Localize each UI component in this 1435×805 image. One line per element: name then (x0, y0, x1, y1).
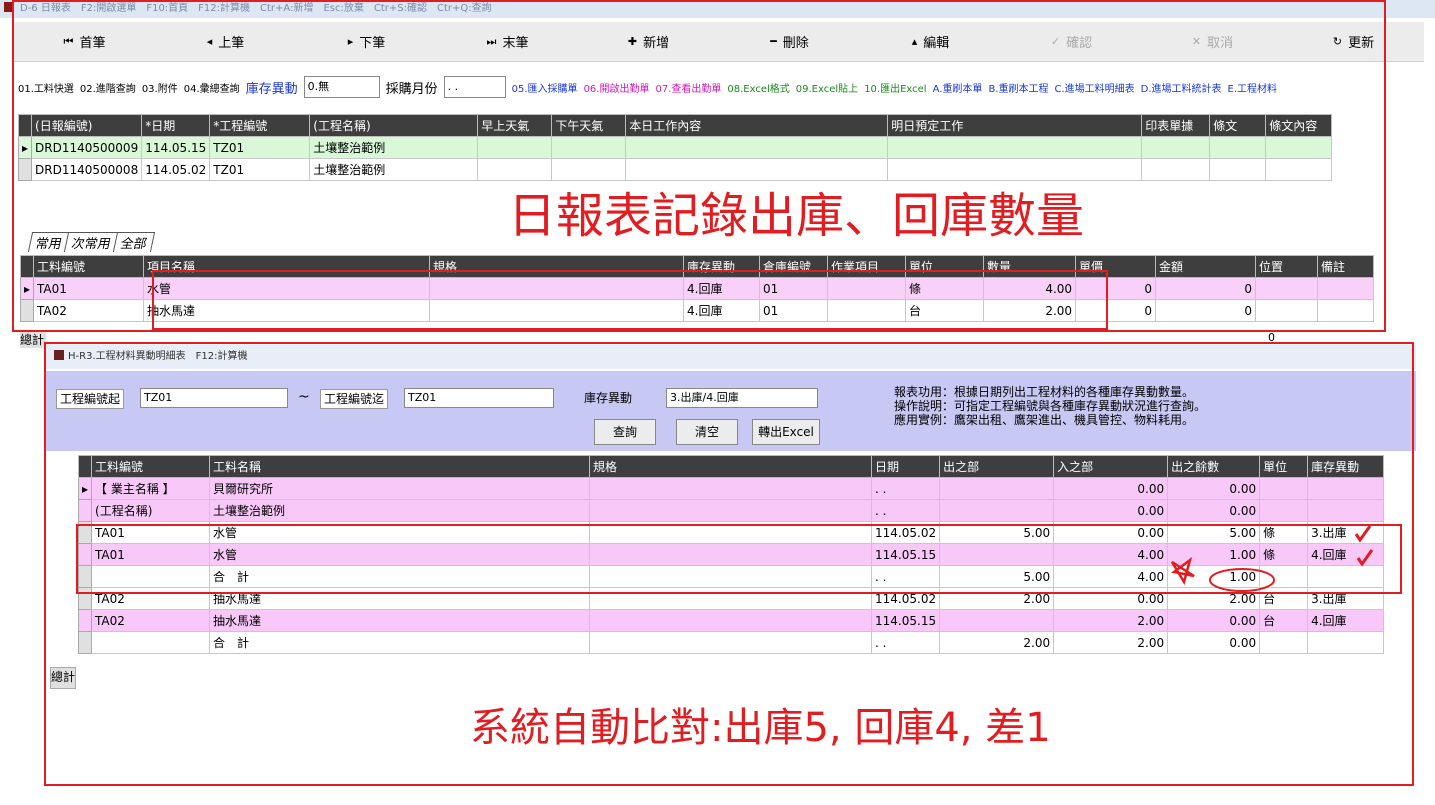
star-mark-icon (1170, 556, 1195, 586)
item-total-label: 總計 (20, 331, 46, 348)
circle-mark-icon (1209, 568, 1275, 592)
check-mark-icon (1354, 525, 1372, 543)
markup-layer (1170, 525, 1374, 592)
highlight-items (152, 270, 1108, 330)
check-mark-icon (1356, 549, 1374, 567)
